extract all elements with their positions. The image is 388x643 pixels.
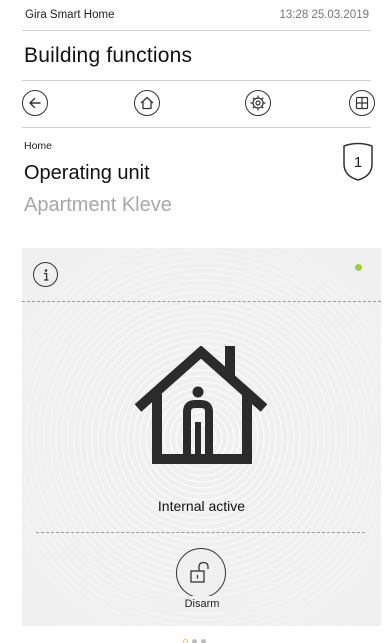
unlock-icon <box>190 561 209 583</box>
home-button[interactable] <box>134 90 160 116</box>
number-badge: 1 <box>341 142 375 182</box>
shield-badge-icon: 1 <box>343 142 373 181</box>
page-dot[interactable] <box>200 639 206 643</box>
divider <box>22 301 381 302</box>
status-bar: Gira Smart Home 13:28 25.03.2019 <box>0 0 388 30</box>
back-button[interactable] <box>22 90 48 116</box>
settings-button[interactable] <box>245 90 271 116</box>
app-name: Gira Smart Home <box>25 9 115 21</box>
divider <box>22 127 371 128</box>
divider <box>36 532 365 533</box>
divider <box>22 30 371 31</box>
status-indicator <box>355 264 362 271</box>
page-dot[interactable] <box>191 639 197 643</box>
device-location: Apartment Kleve <box>24 194 172 216</box>
badge-number: 1 <box>354 154 362 171</box>
grid-icon <box>355 96 369 110</box>
page-title: Building functions <box>24 44 193 67</box>
breadcrumb[interactable]: Home <box>24 140 52 152</box>
disarm-button[interactable] <box>176 548 226 598</box>
page-dot[interactable] <box>182 639 188 643</box>
home-icon <box>140 96 154 110</box>
house-person-icon <box>134 346 268 464</box>
info-icon <box>43 268 48 281</box>
info-button[interactable] <box>33 262 58 287</box>
page-indicator <box>0 631 388 643</box>
overview-button[interactable] <box>349 90 375 116</box>
arrow-left-icon <box>29 97 41 109</box>
gear-icon <box>250 95 266 111</box>
divider <box>22 80 371 81</box>
datetime: 13:28 25.03.2019 <box>279 9 369 21</box>
device-title: Operating unit <box>24 162 150 184</box>
alarm-state-label: Internal active <box>157 498 246 514</box>
disarm-label[interactable]: Disarm <box>152 596 252 612</box>
alarm-panel: Internal active Disarm <box>22 248 381 626</box>
